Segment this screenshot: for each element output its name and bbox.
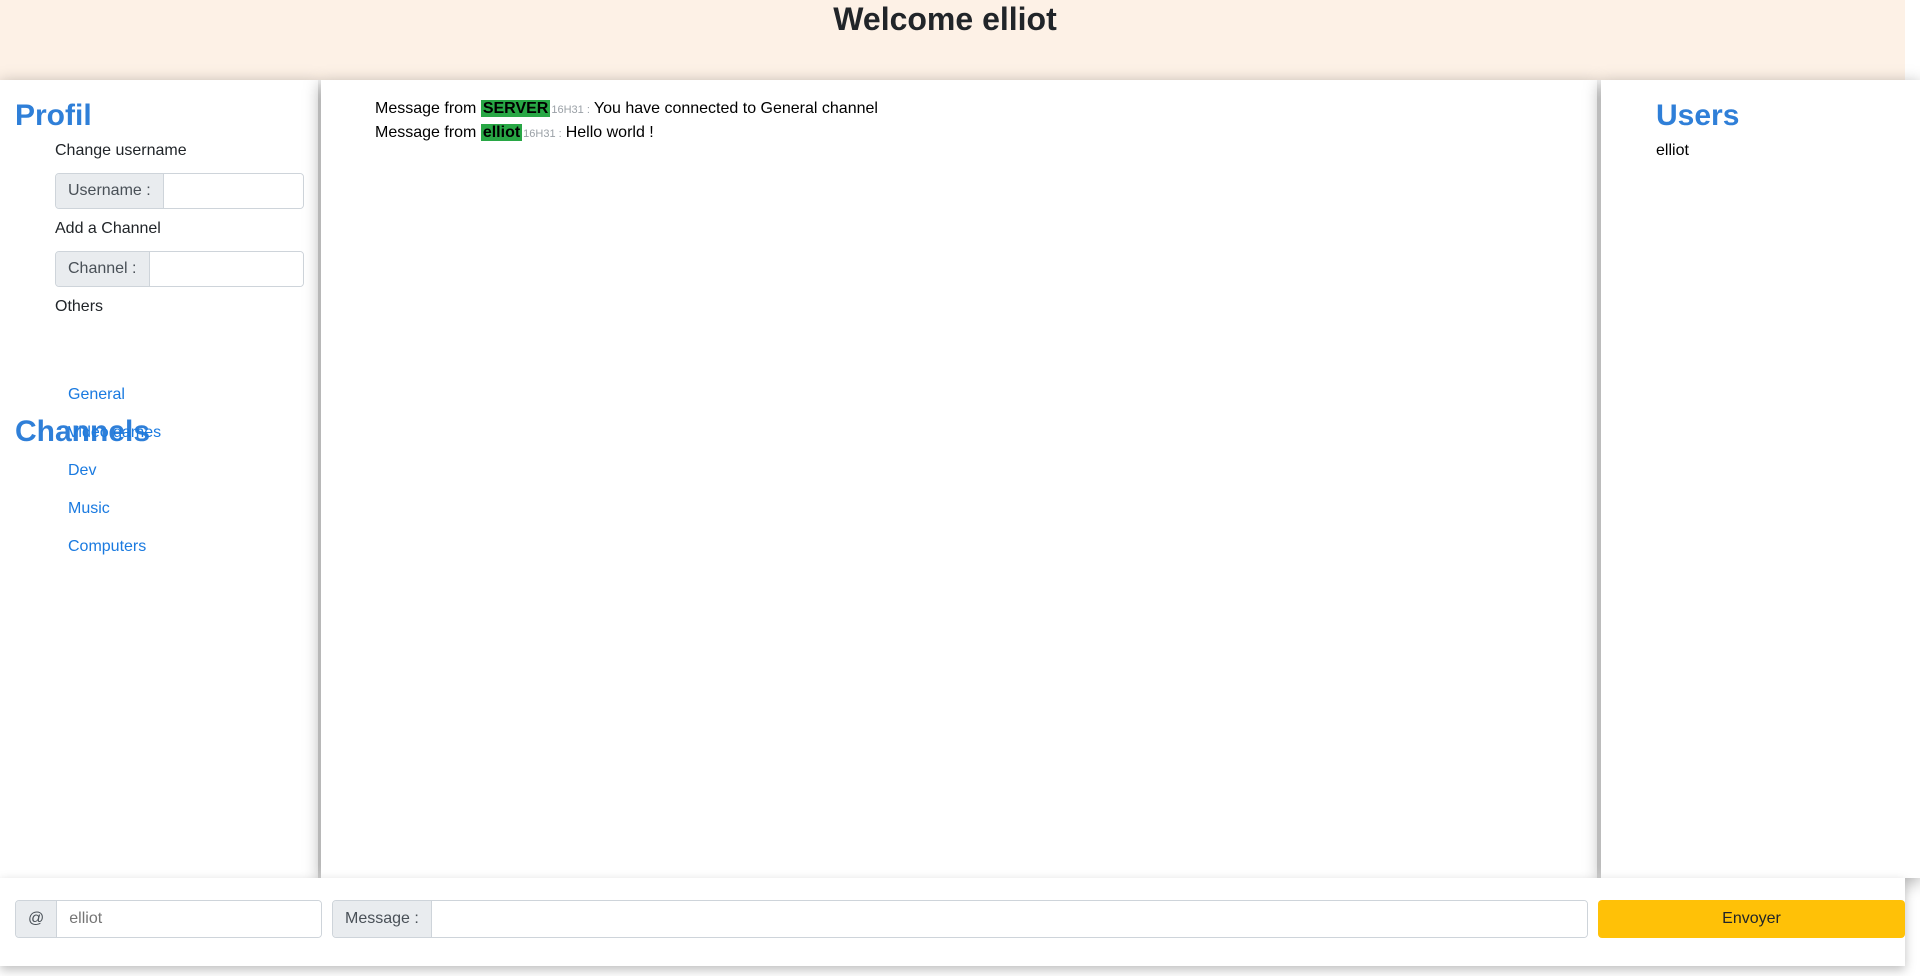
- message-prefix: Message from: [375, 100, 477, 117]
- channel-input[interactable]: [149, 252, 303, 286]
- send-button[interactable]: Envoyer: [1598, 900, 1905, 938]
- message-time: 16H31 :: [551, 104, 590, 116]
- channel-link-music[interactable]: Music: [68, 500, 110, 518]
- username-input[interactable]: [163, 174, 303, 208]
- message-input-group: Message :: [332, 900, 1588, 938]
- profil-heading: Profil: [15, 99, 92, 132]
- others-label: Others: [55, 298, 104, 315]
- channel-link-computers[interactable]: Computers: [68, 538, 146, 556]
- channel-prefix: Channel :: [56, 252, 150, 286]
- message-sender: SERVER: [480, 100, 551, 117]
- composer-bar: @ Message : Envoyer: [0, 878, 1905, 966]
- channel-link-general[interactable]: General: [68, 386, 125, 404]
- message-text: You have connected to General channel: [593, 100, 878, 117]
- users-heading: Users: [1656, 99, 1740, 132]
- username-prefix: Username :: [56, 174, 164, 208]
- change-username-label: Change username: [55, 142, 187, 159]
- message-prefix-label: Message :: [333, 901, 432, 937]
- header-banner: Welcome elliot: [0, 0, 1905, 80]
- message-sender: elliot: [480, 124, 523, 141]
- channel-link-dev[interactable]: Dev: [68, 462, 96, 480]
- message-area: Message from SERVER 16H31 : You have conne…: [321, 80, 1597, 878]
- recipient-input-group: @: [15, 900, 322, 938]
- message-input[interactable]: [431, 901, 1587, 937]
- users-sidebar: Users elliot: [1601, 80, 1920, 878]
- profile-sidebar: Profil Change username Username : Add a …: [0, 80, 318, 878]
- message-item: Message from elliot 16H31 : Hello world !: [375, 124, 654, 142]
- channel-input-group: Channel :: [55, 251, 304, 287]
- message-prefix: Message from: [375, 124, 477, 141]
- at-symbol: @: [16, 901, 58, 937]
- page-title: Welcome elliot: [833, 1, 1057, 37]
- recipient-input[interactable]: [57, 901, 321, 937]
- add-channel-label: Add a Channel: [55, 220, 161, 237]
- user-list-item[interactable]: elliot: [1656, 142, 1689, 160]
- message-time: 16H31 :: [523, 128, 562, 140]
- channel-link-video-games[interactable]: Video games: [68, 424, 161, 442]
- message-text: Hello world !: [565, 124, 654, 141]
- message-item: Message from SERVER 16H31 : You have conne…: [375, 100, 878, 118]
- username-input-group: Username :: [55, 173, 304, 209]
